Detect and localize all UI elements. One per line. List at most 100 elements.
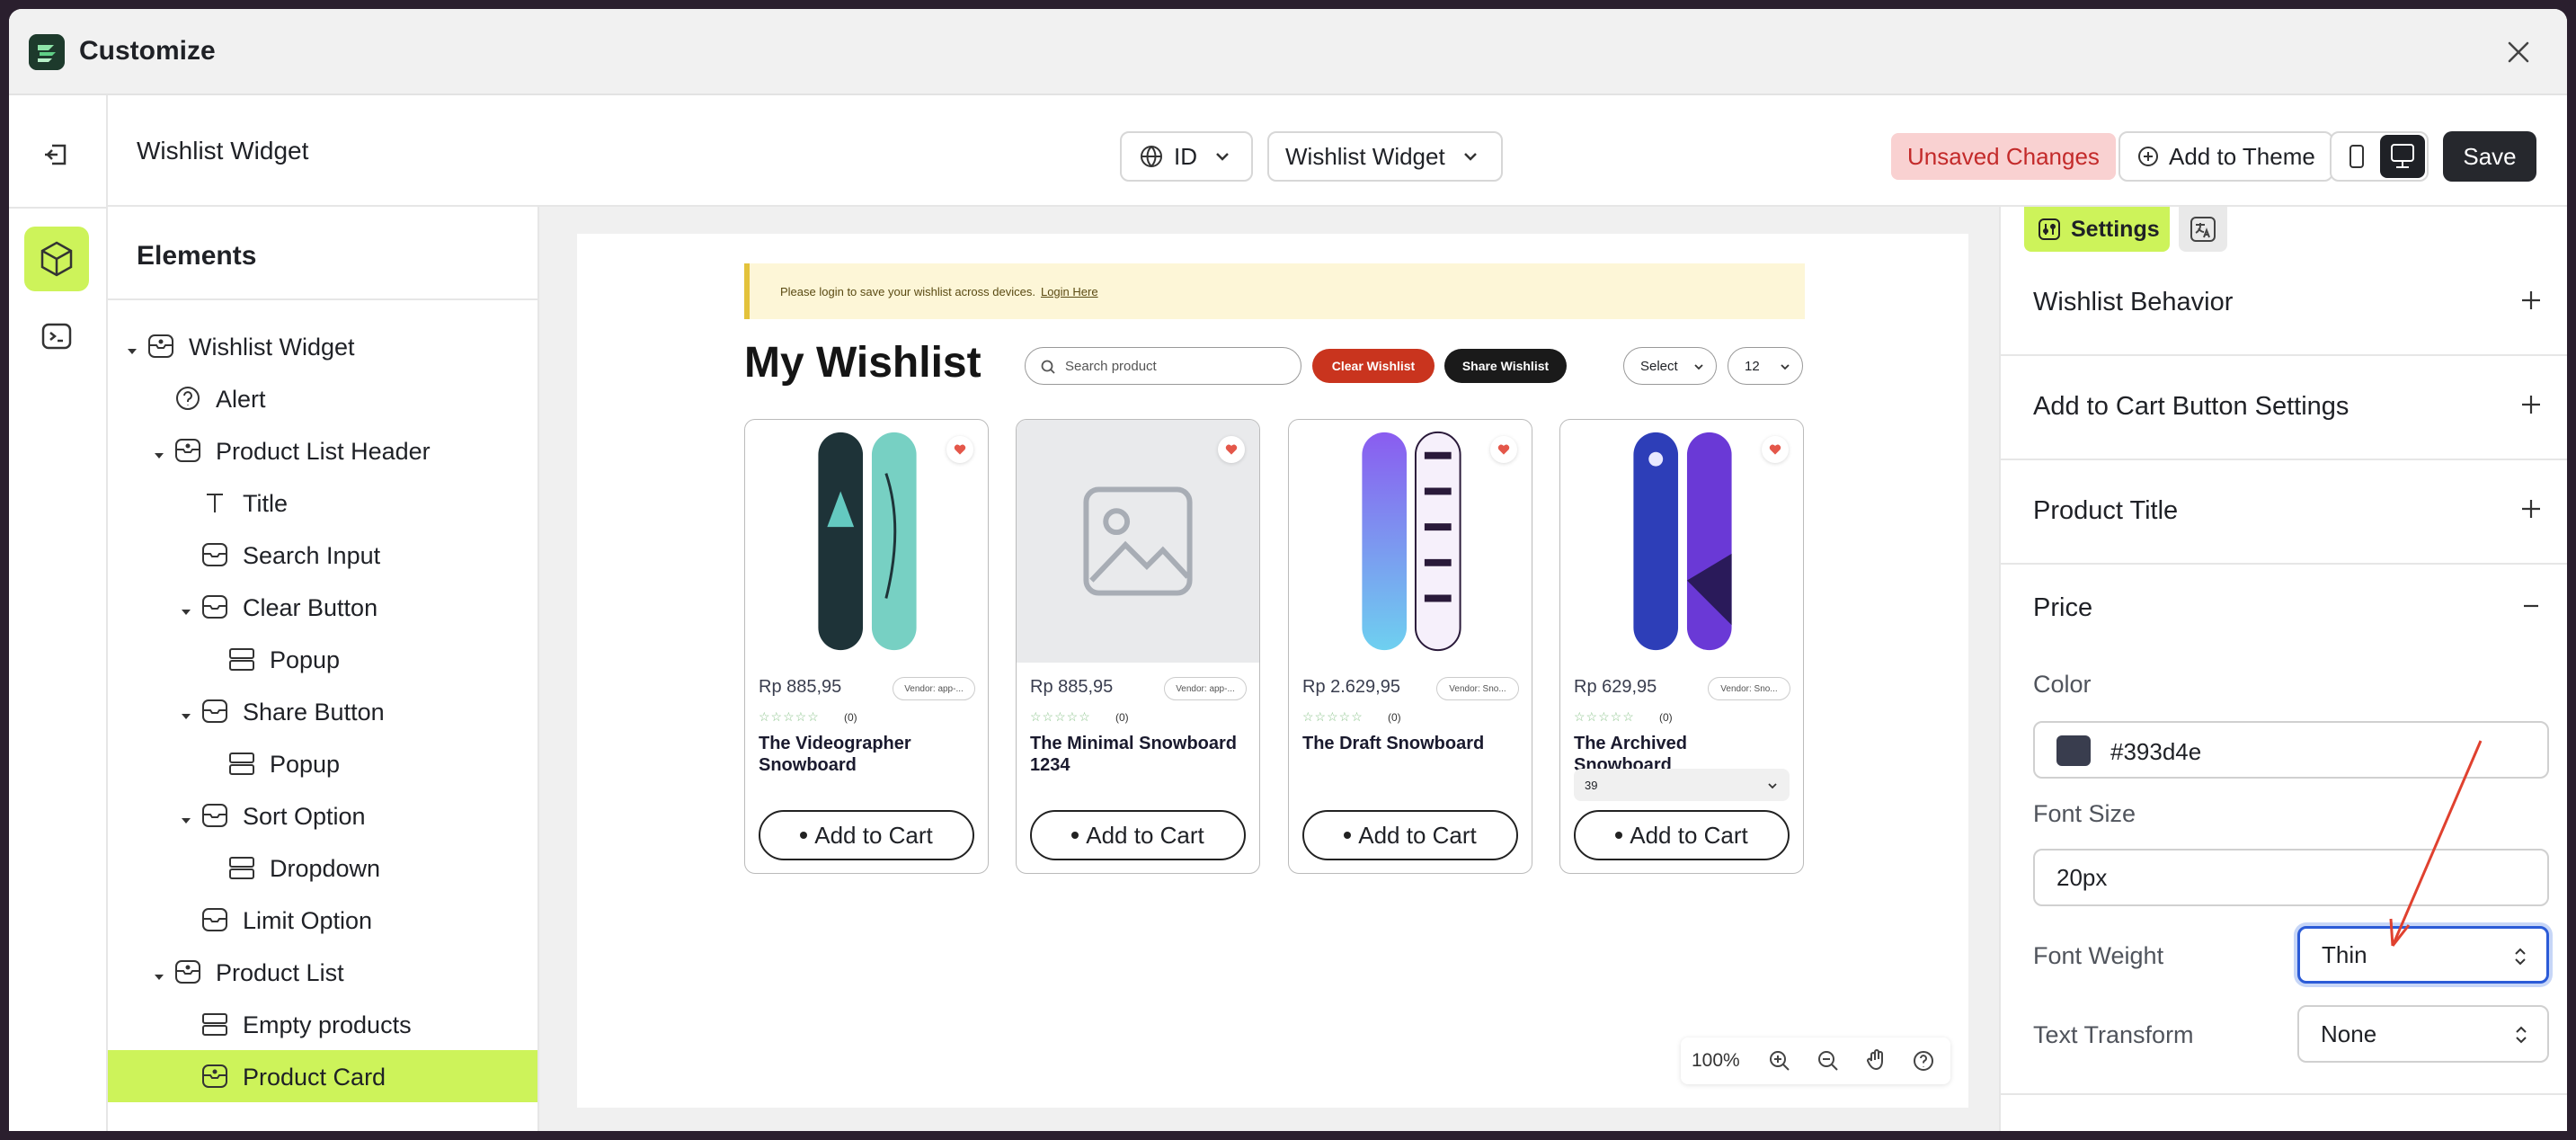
add-to-theme-button[interactable]: Add to Theme xyxy=(2119,131,2333,182)
plus-icon[interactable] xyxy=(2518,392,2544,417)
tree-item-label: Popup xyxy=(270,646,341,673)
settings-section[interactable]: Add to Cart Button Settings xyxy=(2001,356,2567,460)
tree-item-label: Popup xyxy=(270,751,341,778)
rating-stars: ☆☆☆☆☆ xyxy=(1574,709,1635,724)
font-weight-label: Font Weight xyxy=(2033,942,2164,969)
elements-tab-button[interactable] xyxy=(24,227,89,291)
text-transform-select[interactable]: None xyxy=(2297,1005,2549,1063)
vendor-badge: Vendor: app-... xyxy=(1164,677,1247,700)
caret-down-icon[interactable] xyxy=(151,442,167,459)
plus-icon[interactable] xyxy=(2518,496,2544,521)
product-price: Rp 885,95 xyxy=(1030,677,1114,697)
caret-down-icon[interactable] xyxy=(178,599,194,615)
widget-icon xyxy=(200,1061,230,1091)
hand-icon[interactable] xyxy=(1864,1048,1889,1073)
heart-icon[interactable] xyxy=(1490,436,1517,463)
add-to-cart-button[interactable]: Add to Cart xyxy=(759,810,974,860)
text-icon xyxy=(200,487,230,518)
heart-icon[interactable] xyxy=(1218,436,1245,463)
save-button[interactable]: Save xyxy=(2443,131,2536,182)
limit-label: 12 xyxy=(1745,358,1760,374)
tree-item[interactable]: Product Card xyxy=(108,1050,537,1102)
tree-item[interactable]: Clear Button xyxy=(108,581,537,633)
product-card[interactable]: Rp 885,95 Vendor: app-... ☆☆☆☆☆ (0) The Mini… xyxy=(1016,419,1260,874)
product-price: Rp 885,95 xyxy=(759,677,842,697)
product-card[interactable]: Rp 2.629,95 Vendor: Sno... ☆☆☆☆☆ (0) The Dra… xyxy=(1288,419,1532,874)
template-select[interactable]: Wishlist Widget xyxy=(1267,131,1503,182)
tree-item[interactable]: Limit Option xyxy=(108,894,537,946)
product-title[interactable]: The Minimal Snowboard 1234 xyxy=(1030,733,1246,776)
caret-down-icon[interactable] xyxy=(178,703,194,719)
tree-item[interactable]: Sort Option xyxy=(108,789,537,842)
add-to-cart-button[interactable]: Add to Cart xyxy=(1574,810,1790,860)
product-title[interactable]: The Videographer Snowboard xyxy=(759,733,974,776)
tree-item[interactable]: Popup xyxy=(108,633,537,685)
rows-icon xyxy=(227,748,257,779)
color-swatch[interactable] xyxy=(2056,735,2091,766)
zoom-out-icon[interactable] xyxy=(1816,1048,1841,1073)
tree-item[interactable]: Wishlist Widget xyxy=(108,320,537,372)
clear-wishlist-button[interactable]: Clear Wishlist xyxy=(1312,349,1435,383)
close-icon[interactable] xyxy=(2502,36,2535,68)
window-title: Customize xyxy=(79,36,216,66)
color-field[interactable]: #393d4e xyxy=(2033,721,2549,779)
search-icon xyxy=(1041,360,1055,374)
product-card[interactable]: Rp 885,95 Vendor: app-... ☆☆☆☆☆ (0) The Vide… xyxy=(744,419,989,874)
zoom-in-icon[interactable] xyxy=(1767,1048,1792,1073)
desktop-view-icon[interactable] xyxy=(2380,135,2425,178)
customize-window: Customize Wishlist Widget ID Wishlist Wi… xyxy=(9,9,2567,1131)
alert-text: Please login to save your wishlist acros… xyxy=(780,284,1035,298)
block-icon xyxy=(200,800,230,831)
title-bar: Customize xyxy=(9,9,2567,95)
tree-item[interactable]: Popup xyxy=(108,737,537,789)
add-to-cart-button[interactable]: Add to Cart xyxy=(1302,810,1518,860)
heart-icon[interactable] xyxy=(946,436,973,463)
limit-select[interactable]: 12 xyxy=(1728,347,1803,385)
font-size-input[interactable]: 20px xyxy=(2033,849,2549,906)
editor-toolbar: Wishlist Widget ID Wishlist Widget Unsav… xyxy=(108,95,2567,207)
rail-divider xyxy=(9,207,108,209)
widget-icon xyxy=(173,435,203,466)
tree-item[interactable]: Search Input xyxy=(108,529,537,581)
variant-select[interactable]: 39 xyxy=(1574,769,1790,801)
tree-item[interactable]: Product List Header xyxy=(108,424,537,476)
tree-item[interactable]: Alert xyxy=(108,372,537,424)
tree-item[interactable]: Title xyxy=(108,476,537,529)
tree-item[interactable]: Share Button xyxy=(108,685,537,737)
minus-icon[interactable] xyxy=(2518,593,2544,619)
tree-item[interactable]: Empty products xyxy=(108,998,537,1050)
price-section-title[interactable]: Price xyxy=(2033,593,2092,623)
caret-down-icon[interactable] xyxy=(151,964,167,980)
elements-panel: Elements Wishlist Widget Alert Product Lis… xyxy=(108,207,539,1131)
font-weight-select[interactable]: Thin xyxy=(2297,926,2549,984)
review-count: (0) xyxy=(1115,711,1129,724)
tree-item[interactable]: Dropdown xyxy=(108,842,537,894)
language-select[interactable]: ID xyxy=(1120,131,1253,182)
exit-icon[interactable] xyxy=(40,137,76,173)
tree-item-label: Limit Option xyxy=(243,907,373,934)
chevron-updown-icon xyxy=(2516,1026,2527,1044)
product-card[interactable]: Rp 629,95 Vendor: Sno... ☆☆☆☆☆ (0) The Archi… xyxy=(1559,419,1804,874)
tree-item-label: Title xyxy=(243,490,289,517)
translate-tab[interactable] xyxy=(2179,207,2227,252)
help-icon[interactable] xyxy=(1911,1048,1936,1073)
settings-section[interactable]: Product Title xyxy=(2001,460,2567,565)
code-icon[interactable] xyxy=(39,318,75,354)
tree-item[interactable]: Product List xyxy=(108,946,537,998)
product-title[interactable]: The Draft Snowboard xyxy=(1302,733,1518,754)
sort-select[interactable]: Select xyxy=(1623,347,1717,385)
plus-icon[interactable] xyxy=(2518,288,2544,313)
mobile-view-icon[interactable] xyxy=(2341,140,2373,173)
add-to-cart-button[interactable]: Add to Cart xyxy=(1030,810,1246,860)
caret-down-icon[interactable] xyxy=(178,807,194,824)
heart-icon[interactable] xyxy=(1762,436,1789,463)
settings-tab[interactable]: Settings xyxy=(2024,207,2170,252)
add-to-cart-label: Add to Cart xyxy=(1630,821,1748,849)
search-input[interactable]: Search product xyxy=(1025,347,1301,385)
add-to-cart-label: Add to Cart xyxy=(814,821,933,849)
caret-down-icon[interactable] xyxy=(124,338,140,354)
share-wishlist-button[interactable]: Share Wishlist xyxy=(1444,349,1567,383)
settings-section[interactable]: Wishlist Behavior xyxy=(2001,252,2567,356)
block-icon xyxy=(200,539,230,570)
login-link[interactable]: Login Here xyxy=(1041,285,1098,298)
